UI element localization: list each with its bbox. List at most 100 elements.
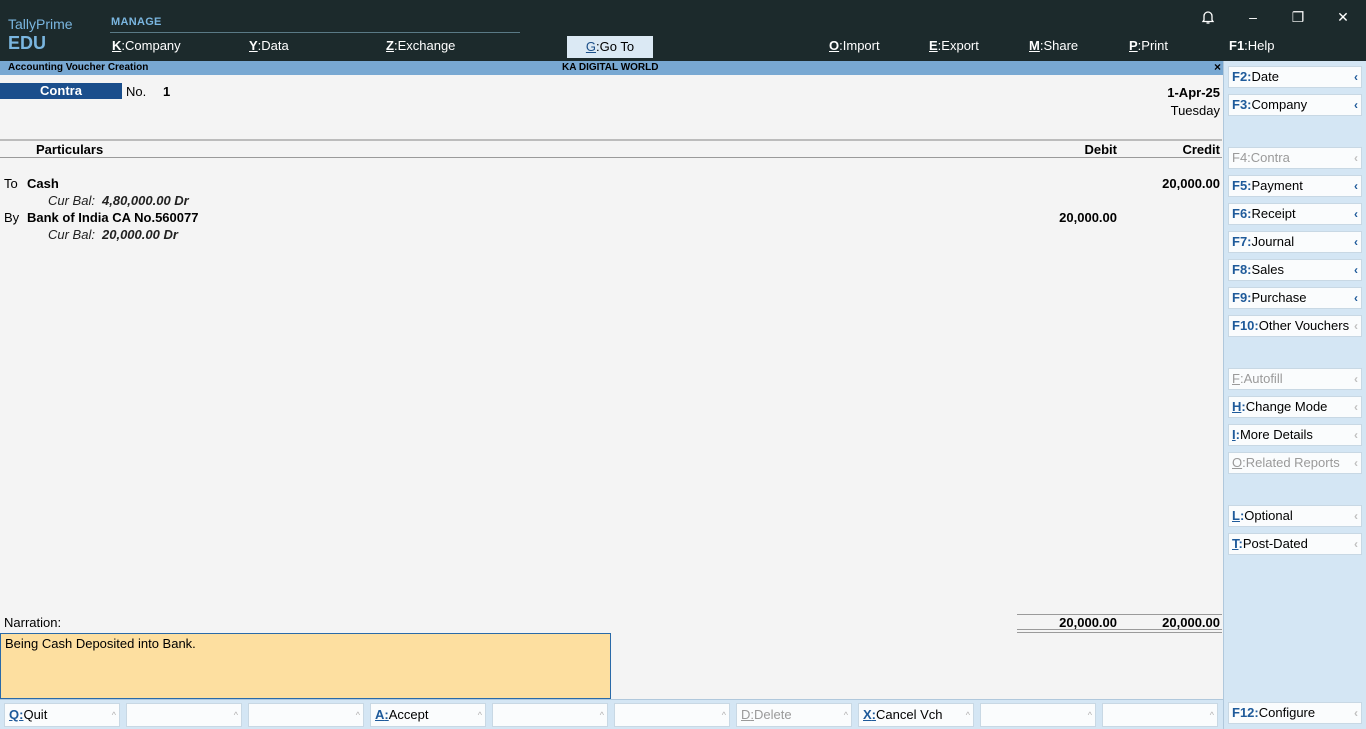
other-vouchers-button[interactable]: F10:Other Vouchers ‹ [1228,315,1362,337]
chevron-left-icon: ‹ [1354,151,1358,165]
chevron-left-icon: ‹ [1354,319,1358,333]
chevron-left-icon: ‹ [1354,70,1358,84]
chevron-left-icon: ‹ [1354,291,1358,305]
caret-up-icon: ^ [721,710,726,720]
empty-button-slot: ^ [248,703,364,727]
caret-up-icon: ^ [1087,710,1092,720]
button-key: L [1232,508,1240,523]
change-mode-button[interactable]: H:Change Mode ‹ [1228,396,1362,418]
button-label: Receipt [1251,206,1296,221]
button-label: Cancel Vch [876,707,943,722]
empty-button-slot: ^ [614,703,730,727]
company-name: KA DIGITAL WORLD [562,62,659,73]
minimize-icon[interactable]: – [1241,6,1265,28]
receipt-button[interactable]: F6:Receipt ‹ [1228,203,1362,225]
menu-help[interactable]: F1:Help [1229,38,1275,53]
cancel-voucher-button[interactable]: X:Cancel Vch ^ [858,703,974,727]
button-key: F4 [1232,150,1248,165]
menu-export[interactable]: E:Export [929,38,979,53]
right-button-panel: F2:Date ‹ F3:Company ‹ F4:Contra ‹ F5:Payme… [1223,61,1366,729]
caret-up-icon: ^ [599,710,604,720]
button-key: F6 [1232,206,1248,221]
chevron-left-icon: ‹ [1354,235,1358,249]
chevron-left-icon: ‹ [1354,537,1358,551]
button-key: D [741,707,751,722]
journal-button[interactable]: F7:Journal ‹ [1228,231,1362,253]
menu-import[interactable]: O:Import [829,38,880,53]
button-label: Configure [1258,705,1316,720]
entry-ledger[interactable]: Bank of India CA No.560077 [27,210,198,225]
caret-up-icon: ^ [843,710,848,720]
app-edition: EDU [8,33,47,53]
caret-up-icon: ^ [111,710,116,720]
quit-button[interactable]: Q:Quit ^ [4,703,120,727]
purchase-button[interactable]: F9:Purchase ‹ [1228,287,1362,309]
chevron-left-icon: ‹ [1354,263,1358,277]
button-label: Payment [1251,178,1303,193]
caret-up-icon: ^ [233,710,238,720]
menu-label: Import [842,38,880,53]
chevron-left-icon: ‹ [1354,706,1358,720]
chevron-left-icon: ‹ [1354,98,1358,112]
menu-key: M [1029,38,1040,53]
voucher-date[interactable]: 1-Apr-25 [1167,85,1220,100]
menu-key: K [112,38,122,53]
button-key: A [375,707,385,722]
button-key: F10 [1232,318,1255,333]
delete-button[interactable]: D:Delete ^ [736,703,852,727]
caret-up-icon: ^ [355,710,360,720]
button-key: F [1232,371,1240,386]
voucher-no-value: 1 [163,84,171,99]
entry-debit-amount[interactable]: 20,000.00 [1059,210,1117,225]
empty-button-slot: ^ [1102,703,1218,727]
chevron-left-icon: ‹ [1354,428,1358,442]
narration-input[interactable]: Being Cash Deposited into Bank. [0,633,611,699]
button-label: More Details [1239,427,1313,442]
empty-button-slot: ^ [492,703,608,727]
entry-ledger[interactable]: Cash [27,176,59,191]
related-reports-button[interactable]: O:Related Reports ‹ [1228,452,1362,474]
bell-icon[interactable] [1196,6,1220,28]
menu-key: O [829,38,840,53]
menu-label: Export [941,38,979,53]
button-label: Purchase [1251,290,1307,305]
menu-label: Data [261,38,289,53]
post-dated-button[interactable]: T:Post-Dated ‹ [1228,533,1362,555]
menu-key: P [1129,38,1138,53]
company-button[interactable]: F3:Company ‹ [1228,94,1362,116]
button-key: O [1232,455,1243,470]
button-label: Quit [23,707,48,722]
button-label: Sales [1251,262,1285,277]
more-details-button[interactable]: I:More Details ‹ [1228,424,1362,446]
optional-button[interactable]: L:Optional ‹ [1228,505,1362,527]
button-label: Delete [754,707,792,722]
button-label: Autofill [1243,371,1283,386]
accept-button[interactable]: A:Accept ^ [370,703,486,727]
date-button[interactable]: F2:Date ‹ [1228,66,1362,88]
menu-share[interactable]: M:Share [1029,38,1078,53]
button-label: Date [1251,69,1279,84]
empty-button-slot: ^ [980,703,1096,727]
voucher-day: Tuesday [1170,103,1220,118]
payment-button[interactable]: F5:Payment ‹ [1228,175,1362,197]
menu-print[interactable]: P:Print [1129,38,1168,53]
sales-button[interactable]: F8:Sales ‹ [1228,259,1362,281]
entry-credit-amount[interactable]: 20,000.00 [1162,176,1220,191]
menu-label: Help [1247,38,1275,53]
configure-button[interactable]: F12:Configure ‹ [1228,702,1362,724]
button-key: H [1232,399,1242,414]
button-key: X [863,707,872,722]
autofill-button[interactable]: F:Autofill ‹ [1228,368,1362,390]
button-key: F5 [1232,178,1248,193]
maximize-icon[interactable]: ❐ [1286,6,1310,28]
menu-company[interactable]: K:Company [112,38,181,53]
menu-data[interactable]: Y:Data [249,38,289,53]
menu-label: Exchange [397,38,456,53]
total-debit: 20,000.00 [1059,615,1117,630]
menu-label: Go To [599,39,635,54]
menu-goto[interactable]: G:Go To [567,36,653,58]
close-icon[interactable]: ✕ [1331,6,1355,28]
menu-exchange[interactable]: Z:Exchange [386,38,455,53]
contra-button[interactable]: F4:Contra ‹ [1228,147,1362,169]
close-screen-icon[interactable]: × [1214,60,1221,74]
